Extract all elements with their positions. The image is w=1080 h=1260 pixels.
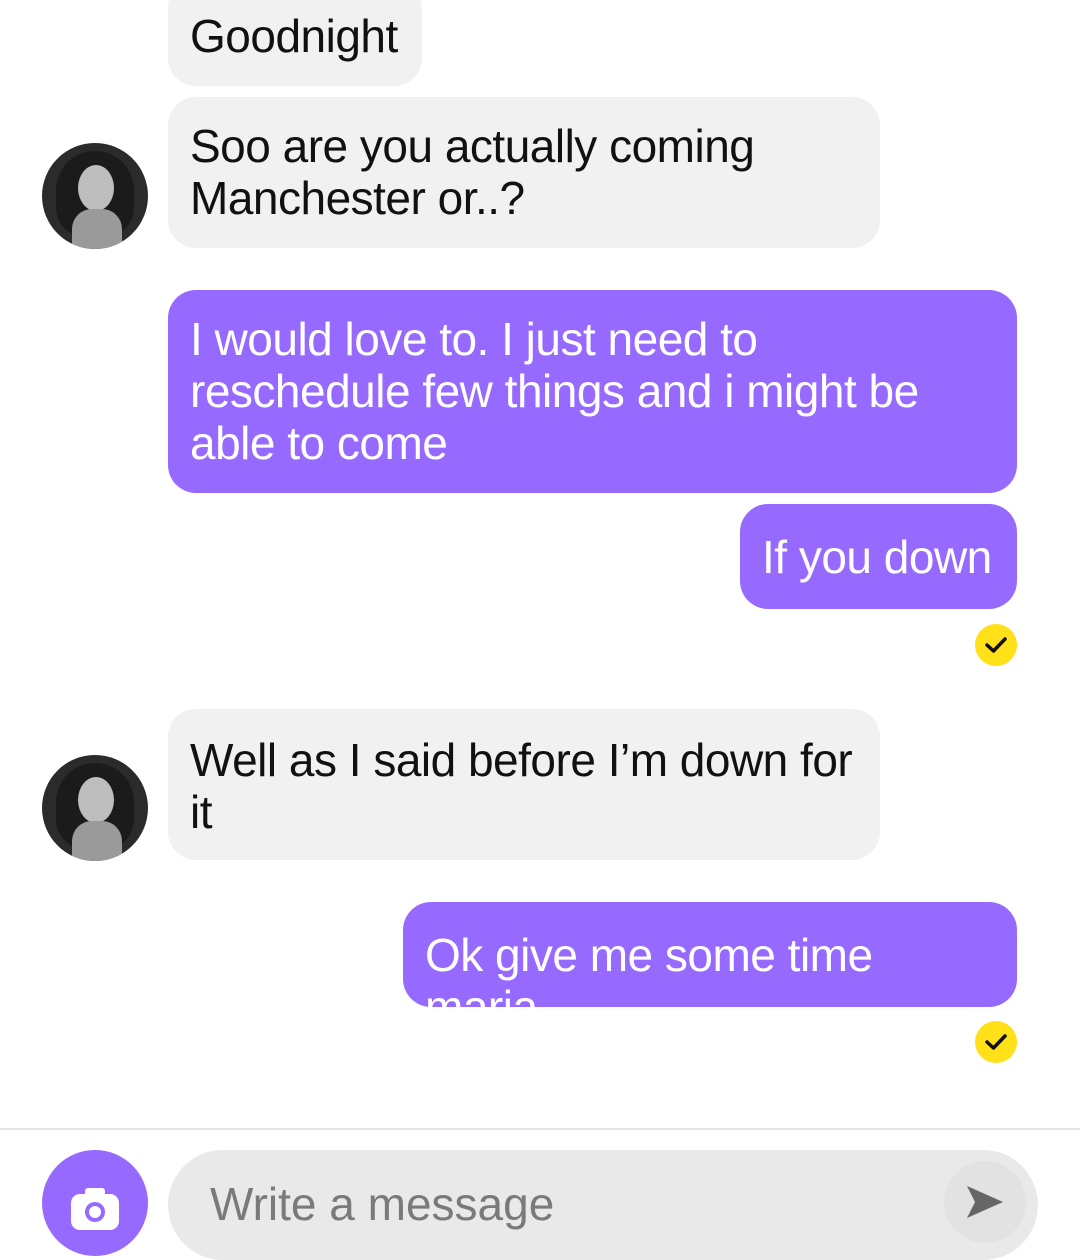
contact-avatar[interactable]: [42, 143, 148, 249]
message-text: Ok give me some time maria: [425, 929, 873, 1033]
message-text: Soo are you actually coming Manchester o…: [190, 120, 755, 224]
read-receipt-check-icon: [975, 1021, 1017, 1063]
chat-thread: Goodnight Soo are you actually coming Ma…: [0, 0, 1080, 1128]
incoming-message-bubble[interactable]: Well as I said before I’m down for it: [168, 709, 880, 860]
outgoing-message-bubble[interactable]: Ok give me some time maria: [403, 902, 1017, 1033]
send-arrow-icon: [967, 1186, 1003, 1218]
camera-button[interactable]: [42, 1150, 148, 1256]
message-text: I would love to. I just need to reschedu…: [190, 313, 919, 469]
message-text: Goodnight: [190, 10, 398, 62]
message-text: If you down: [762, 531, 992, 583]
message-input[interactable]: [210, 1172, 910, 1236]
camera-icon: [71, 1188, 119, 1230]
read-receipt-check-icon: [975, 624, 1017, 666]
incoming-message-bubble[interactable]: Goodnight: [168, 0, 422, 86]
message-composer: [168, 1150, 1038, 1260]
send-button[interactable]: [944, 1161, 1026, 1243]
message-text: Well as I said before I’m down for it: [190, 734, 853, 838]
composer-divider: [0, 1128, 1080, 1130]
contact-avatar[interactable]: [42, 755, 148, 861]
outgoing-message-bubble[interactable]: If you down: [740, 504, 1017, 609]
incoming-message-bubble[interactable]: Soo are you actually coming Manchester o…: [168, 97, 880, 248]
outgoing-message-bubble[interactable]: I would love to. I just need to reschedu…: [168, 290, 1017, 493]
